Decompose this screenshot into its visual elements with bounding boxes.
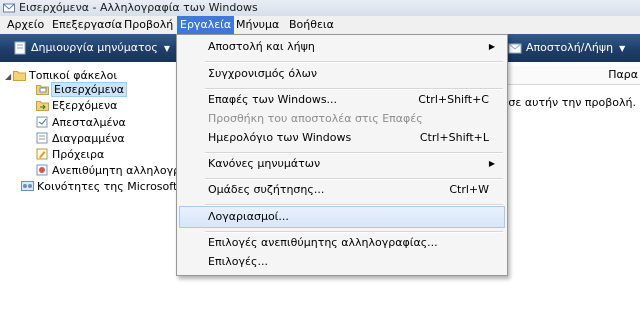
menu-bar: Αρχείο Επεξεργασία Προβολή Εργαλεία Μήνυ… [0,16,640,34]
folder-inbox[interactable]: Εισερχόμενα [36,82,127,97]
folder-drafts[interactable]: Πρόχειρα [36,147,104,162]
create-mail-button[interactable]: Δημιουργία μηνύματος ▼ [14,39,170,57]
chevron-down-icon[interactable]: ▼ [164,44,170,53]
menu-item-newsgroups[interactable]: Ομάδες συζήτησης... Ctrl+W [180,180,504,200]
menu-item-options[interactable]: Επιλογές... [180,252,504,272]
inbox-icon [36,85,49,95]
menu-edit[interactable]: Επεξεργασία [49,16,125,34]
folder-junk[interactable]: Ανεπιθύμητη αλληλογραφ [36,163,176,178]
menu-message[interactable]: Μήνυμα [233,16,282,34]
menu-tools[interactable]: Εργαλεία [177,16,235,34]
mail-app-icon [3,3,15,13]
folder-outbox[interactable]: Εξερχόμενα [36,98,117,113]
send-receive-label: Αποστολή/Λήψη [526,41,614,54]
send-receive-button[interactable]: Αποστολή/Λήψη ▼ [508,39,625,57]
create-mail-label: Δημιουργία μηνύματος [31,41,158,54]
drafts-icon [36,148,48,160]
communities-icon [21,181,34,191]
window-title: Εισερχόμενα - Αλληλογραφία των Windows [19,1,258,14]
menu-help[interactable]: Βοήθεια [286,16,337,34]
sent-items-icon [36,116,48,128]
junk-mail-icon [36,164,48,176]
folder-pane: ◢ Τοπικοί φάκελοι Εισερχόμενα Εξερχόμενα … [0,62,176,333]
menu-item-contacts[interactable]: Επαφές των Windows... Ctrl+Shift+C [180,90,504,110]
menu-file[interactable]: Αρχείο [4,16,47,34]
submenu-arrow-icon: ▶ [488,42,495,51]
outbox-icon [36,101,49,111]
menu-item-calendar[interactable]: Ημερολόγιο των Windows Ctrl+Shift+L [180,128,504,148]
menu-separator [205,204,503,206]
folder-microsoft-communities[interactable]: Κοινότητες της Microsoft [21,179,176,194]
menu-view[interactable]: Προβολή [121,16,176,34]
menu-item-add-sender: Προσθήκη του αποστολέα στις Επαφές [208,112,423,125]
title-bar: Εισερχόμενα - Αλληλογραφία των Windows [0,0,640,16]
menu-item-sync-all[interactable]: Συγχρονισμός όλων [180,64,504,84]
chevron-down-icon[interactable]: ▼ [619,44,625,53]
menu-item-junk-options[interactable]: Επιλογές ανεπιθύμητης αλληλογραφίας... [180,233,504,253]
deleted-items-icon [36,132,48,144]
folder-local[interactable]: ◢ Τοπικοί φάκελοι [5,68,117,83]
submenu-arrow-icon: ▶ [488,159,495,168]
menu-separator [205,61,503,63]
tree-expand-icon[interactable]: ◢ [5,69,13,84]
menu-item-accounts[interactable]: Λογαριασμοί... [179,206,505,228]
folder-deleted[interactable]: Διαγραμμένα [36,131,125,146]
tools-menu-dropdown: Αποστολή και λήψη ▶ Συγχρονισμός όλων Επ… [176,34,508,276]
column-header-label: Παρα [608,68,638,81]
new-mail-icon [14,41,26,55]
folder-sent[interactable]: Απεσταλμένα [36,115,126,130]
send-receive-icon [508,43,522,53]
menu-item-send-receive[interactable]: Αποστολή και λήψη ▶ [180,37,504,57]
menu-item-message-rules[interactable]: Κανόνες μηνυμάτων ▶ [180,154,504,174]
folder-icon [13,71,26,81]
